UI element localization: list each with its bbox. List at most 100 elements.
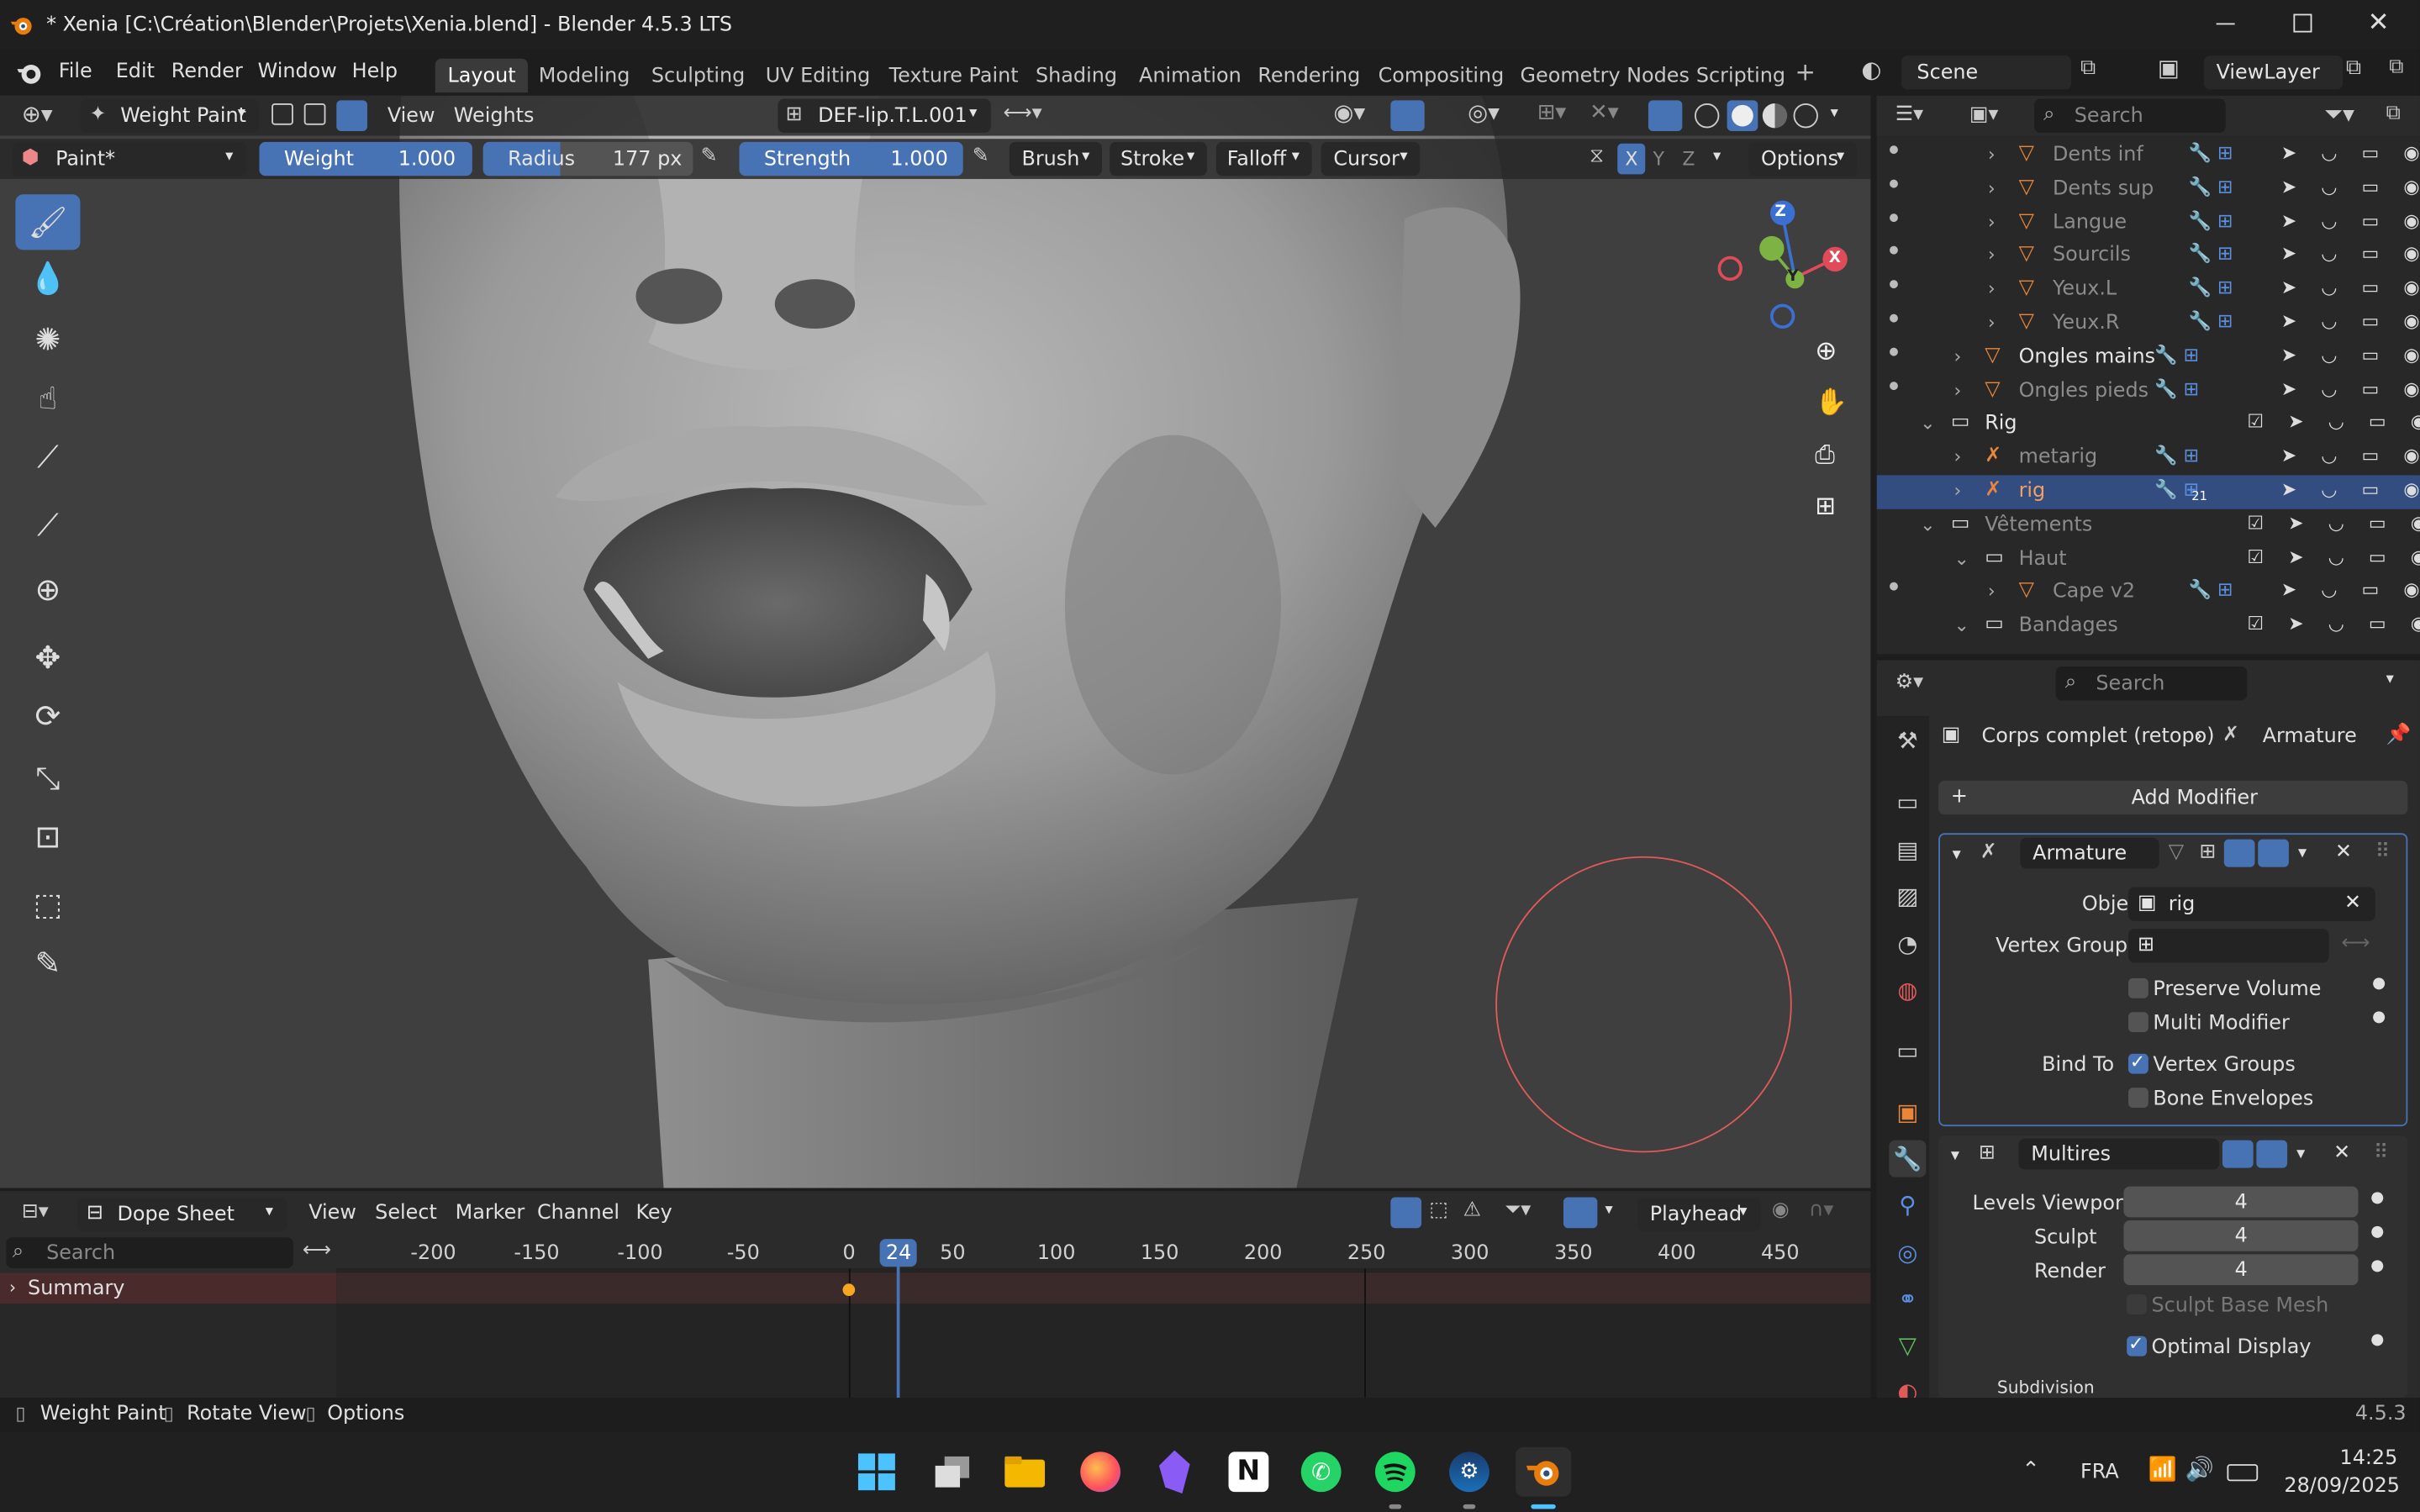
move-tool-icon[interactable]: ✥ — [15, 630, 80, 685]
weight-slider[interactable]: Weight 1.000 — [259, 141, 472, 176]
scale-tool-icon[interactable]: ⤡ — [15, 750, 80, 805]
visibility-toggles[interactable]: ➤ ◡ ▭ ◉ — [2281, 379, 2420, 398]
tab-sculpting[interactable]: Sculpting — [639, 59, 757, 92]
modifier-icon[interactable]: 🔧 ⊞ — [2154, 345, 2199, 364]
whatsapp-icon[interactable]: ✆ — [1300, 1451, 1342, 1493]
mirror-y-toggle[interactable]: Y — [1653, 150, 1663, 168]
chevron-down-icon[interactable]: ▾ — [1713, 149, 1721, 165]
material-shading-icon[interactable] — [1762, 103, 1788, 129]
pressure-radius-icon[interactable]: ✎ — [701, 146, 718, 166]
outliner-row[interactable]: ● › ▽ Dents sup 🔧 ⊞ ➤ ◡ ▭ ◉ — [1877, 172, 2420, 206]
modifier-icon[interactable]: 🔧 ⊞ — [2154, 446, 2199, 465]
clear-object-icon[interactable]: ✕ — [2344, 893, 2361, 914]
gradient-tool-icon[interactable]: ⟋ — [15, 429, 80, 484]
timeline-area[interactable] — [336, 1267, 1871, 1399]
expand-icon[interactable]: ⌄ — [1953, 549, 1969, 567]
perspective-grid-icon[interactable]: ⊞ — [1815, 493, 1848, 527]
collapse-icon[interactable]: ▾ — [1953, 846, 1961, 862]
view-layer-icon[interactable]: ▣ — [2158, 56, 2180, 81]
add-workspace-icon[interactable]: + — [1795, 60, 1816, 85]
visibility-toggles[interactable]: ➤ ◡ ▭ ◉ — [2281, 278, 2420, 297]
tool-tab-icon[interactable]: ⚒ — [1889, 722, 1926, 759]
mirror-z-toggle[interactable]: Z — [1682, 150, 1695, 168]
keyframe-dot-icon[interactable]: ● — [2372, 1009, 2386, 1025]
clock-time[interactable]: 14:25 — [2340, 1449, 2398, 1469]
visibility-toggles[interactable]: ➤ ◡ ▭ ◉ — [2281, 144, 2420, 162]
options-dropdown[interactable]: Options ▾ — [1748, 141, 1857, 176]
outliner-row[interactable]: ● › ▽ Langue 🔧 ⊞ ➤ ◡ ▭ ◉ — [1877, 206, 2420, 240]
collection-tab-icon[interactable]: ▭ — [1889, 1032, 1926, 1069]
smear-tool-icon[interactable]: ☝ — [15, 371, 80, 426]
modifier-icon[interactable]: 🔧 ⊞ — [2189, 211, 2233, 229]
remove-modifier-icon[interactable]: ✕ — [2335, 842, 2352, 862]
realtime-toggle[interactable] — [2223, 839, 2255, 867]
keyframe-diamond[interactable] — [842, 1283, 856, 1296]
cursor-tool-icon[interactable]: ⊕ — [15, 561, 80, 617]
view-layer-remove-icon[interactable]: ⧉ — [2389, 57, 2403, 77]
material-tab-icon[interactable]: ◐ — [1889, 1373, 1926, 1398]
outliner-row[interactable]: ● › ▽ Sourcils 🔧 ⊞ ➤ ◡ ▭ ◉ — [1877, 240, 2420, 273]
file-explorer-icon[interactable] — [1003, 1453, 1046, 1490]
average-tool-icon[interactable]: ✺ — [15, 312, 80, 367]
ds-filter-icon[interactable]: ⏷▾ — [1505, 1200, 1531, 1220]
properties-options-icon[interactable]: ▾ — [2386, 672, 2394, 688]
visibility-toggles[interactable]: ➤ ◡ ▭ ◉ — [2281, 446, 2420, 465]
render-toggle[interactable] — [2256, 1140, 2288, 1168]
modifier-icon[interactable]: 🔧 ⊞ — [2189, 581, 2233, 599]
zoom-icon[interactable]: ⊕ — [1815, 339, 1848, 373]
keyframe-dot-icon[interactable]: ● — [2370, 1225, 2384, 1241]
dopesheet-mode-selector[interactable]: ⊟ Dope Sheet ▾ — [76, 1197, 287, 1231]
bone-envelopes-checkbox[interactable] — [2127, 1088, 2148, 1109]
menu-window[interactable]: Window — [258, 61, 337, 82]
expand-icon[interactable]: › — [1988, 313, 1996, 332]
modifier-icon[interactable]: 🔧 ⊞ — [2154, 379, 2199, 398]
playhead-snap-selector[interactable]: Playhead ▾ — [1637, 1197, 1761, 1231]
subdivision-subpanel[interactable]: Subdivision — [1997, 1379, 2095, 1396]
scene-icon[interactable]: ◐ — [1861, 58, 1881, 82]
errors-icon[interactable]: ⚠ — [1463, 1200, 1481, 1220]
keyframe-dot-icon[interactable]: ● — [2372, 976, 2386, 992]
visibility-toggles[interactable]: ☑ ➤ ◡ ▭ ◉ — [2247, 413, 2420, 431]
collapse-icon[interactable]: ▾ — [1951, 1146, 1959, 1163]
preserve-volume-checkbox[interactable] — [2127, 977, 2148, 998]
pin-icon[interactable]: 📌 — [2386, 725, 2412, 745]
constraints-tab-icon[interactable]: ⚭ — [1889, 1281, 1926, 1318]
mask-vertex-icon[interactable] — [303, 103, 326, 125]
expand-icon[interactable]: › — [1953, 482, 1961, 500]
spotify-icon[interactable] — [1374, 1451, 1416, 1493]
armature-name-field[interactable]: Armature — [2020, 837, 2159, 869]
view-layer-copy-icon[interactable]: ⧉ — [2346, 57, 2361, 79]
visibility-toggles[interactable]: ➤ ◡ ▭ ◉ — [2281, 312, 2420, 330]
optimal-display-checkbox[interactable] — [2127, 1333, 2148, 1357]
display-mode-icon[interactable]: ▣▾ — [1969, 105, 1999, 125]
outliner-row[interactable]: ⌄ ▭ Haut ☑ ➤ ◡ ▭ ◉ — [1877, 542, 2419, 576]
particles-tab-icon[interactable]: ⚲ — [1889, 1187, 1926, 1224]
expand-icon[interactable]: ⌄ — [1953, 616, 1969, 635]
menu-ds-channel[interactable]: Channel — [537, 1204, 619, 1224]
outliner-row[interactable]: ● › ▽ Yeux.R 🔧 ⊞ ➤ ◡ ▭ ◉ — [1877, 307, 2420, 340]
outliner-editor-icon[interactable]: ☰▾ — [1895, 105, 1923, 125]
blender-taskbar-icon[interactable] — [1516, 1446, 1572, 1497]
navigation-gizmo[interactable]: Z Y X — [1713, 198, 1859, 336]
modifier-icon[interactable]: 🔧 ⊞ — [2189, 245, 2233, 263]
pan-hand-icon[interactable]: ✋ — [1815, 390, 1848, 424]
keyframe-dot-icon[interactable]: ● — [2370, 1258, 2384, 1274]
pressure-strength-icon[interactable]: ✎ — [973, 146, 989, 166]
visibility-toggles[interactable]: ➤ ◡ ▭ ◉ — [2281, 480, 2420, 498]
xray-icon[interactable]: ⊞▾ — [1537, 102, 1566, 124]
render-level-field[interactable]: 4 — [2123, 1254, 2359, 1286]
outliner-row[interactable]: ⌄ ▭ Rig ☑ ➤ ◡ ▭ ◉ — [1877, 408, 2420, 441]
chevron-down-icon[interactable]: ▾ — [2296, 1145, 2305, 1162]
visibility-toggles[interactable]: ➤ ◡ ▭ ◉ — [2281, 345, 2420, 364]
expand-icon[interactable]: › — [1988, 280, 1996, 298]
tab-geometry-nodes[interactable]: Geometry Nodes — [1508, 59, 1702, 92]
outliner-search[interactable]: ⌕ Search — [2033, 98, 2226, 133]
blender-menu-icon[interactable] — [15, 59, 43, 87]
task-view-icon[interactable] — [932, 1453, 973, 1490]
sculpt-base-mesh-checkbox[interactable] — [2127, 1294, 2148, 1315]
frame-ruler[interactable]: -200 -150 -100 -50 0 50 100 150 200 250 300 350 400 4… — [0, 1237, 1870, 1268]
tab-compositing[interactable]: Compositing — [1366, 59, 1516, 92]
bone-overlay-icon[interactable]: ✕▾ — [1590, 102, 1618, 124]
sample-weight-icon[interactable]: ⟋ — [15, 497, 80, 552]
outliner-row[interactable]: ⌄ ▭ Bandages ☑ ➤ ◡ ▭ ◉ — [1877, 609, 2419, 643]
